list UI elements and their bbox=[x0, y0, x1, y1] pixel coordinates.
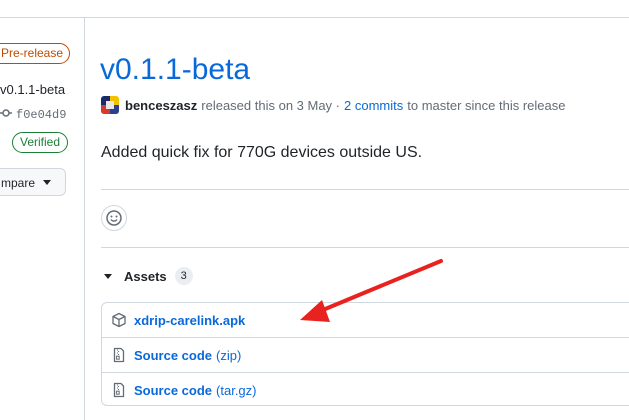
assets-list: xdrip-carelink.apk Source code (zip) Sou… bbox=[101, 302, 629, 406]
release-title[interactable]: v0.1.1-beta bbox=[100, 50, 250, 90]
released-text: released this on 3 May · bbox=[201, 97, 340, 113]
add-reaction-button[interactable] bbox=[101, 205, 127, 231]
chevron-down-icon bbox=[43, 180, 51, 185]
release-notes: Added quick fix for 770G devices outside… bbox=[101, 144, 423, 161]
commits-link[interactable]: 2 commits bbox=[344, 98, 403, 113]
release-sidebar bbox=[0, 18, 84, 420]
compare-label: mpare bbox=[1, 176, 36, 190]
tag-link[interactable]: v0.1.1-beta bbox=[0, 82, 65, 97]
assets-heading: Assets bbox=[124, 268, 167, 284]
smiley-icon bbox=[106, 210, 122, 226]
asset-name[interactable]: Source code bbox=[134, 383, 212, 398]
file-zip-icon bbox=[113, 347, 125, 363]
assets-toggle[interactable]: Assets 3 bbox=[104, 266, 193, 286]
tag-label: v0.1.1-beta bbox=[0, 82, 66, 97]
release-byline: benceszasz released this on 3 May · 2 co… bbox=[101, 95, 565, 115]
asset-format: (zip) bbox=[216, 347, 242, 363]
commit-sha: f0e04d9 bbox=[16, 108, 67, 122]
assets-count: 3 bbox=[174, 267, 193, 285]
commit-link[interactable]: f0e04d9 bbox=[0, 107, 66, 122]
column-divider bbox=[84, 18, 85, 420]
divider bbox=[101, 247, 629, 248]
package-icon bbox=[112, 312, 126, 328]
verified-badge[interactable]: Verified bbox=[12, 132, 69, 153]
asset-row[interactable]: xdrip-carelink.apk bbox=[102, 303, 629, 337]
triangle-down-icon bbox=[104, 273, 112, 279]
file-zip-icon bbox=[113, 382, 125, 398]
author-link[interactable]: benceszasz bbox=[125, 98, 197, 113]
prerelease-badge: Pre-release bbox=[0, 43, 71, 64]
asset-row[interactable]: Source code (zip) bbox=[102, 337, 629, 372]
top-border bbox=[0, 17, 629, 18]
asset-name[interactable]: Source code bbox=[134, 348, 212, 363]
compare-button[interactable]: mpare bbox=[0, 168, 66, 196]
divider bbox=[101, 189, 629, 190]
git-commit-icon bbox=[0, 109, 12, 117]
avatar[interactable] bbox=[101, 96, 119, 114]
asset-row[interactable]: Source code (tar.gz) bbox=[102, 372, 629, 407]
commits-suffix: to master since this release bbox=[407, 97, 566, 113]
asset-name[interactable]: xdrip-carelink.apk bbox=[134, 313, 245, 328]
asset-format: (tar.gz) bbox=[216, 382, 257, 398]
